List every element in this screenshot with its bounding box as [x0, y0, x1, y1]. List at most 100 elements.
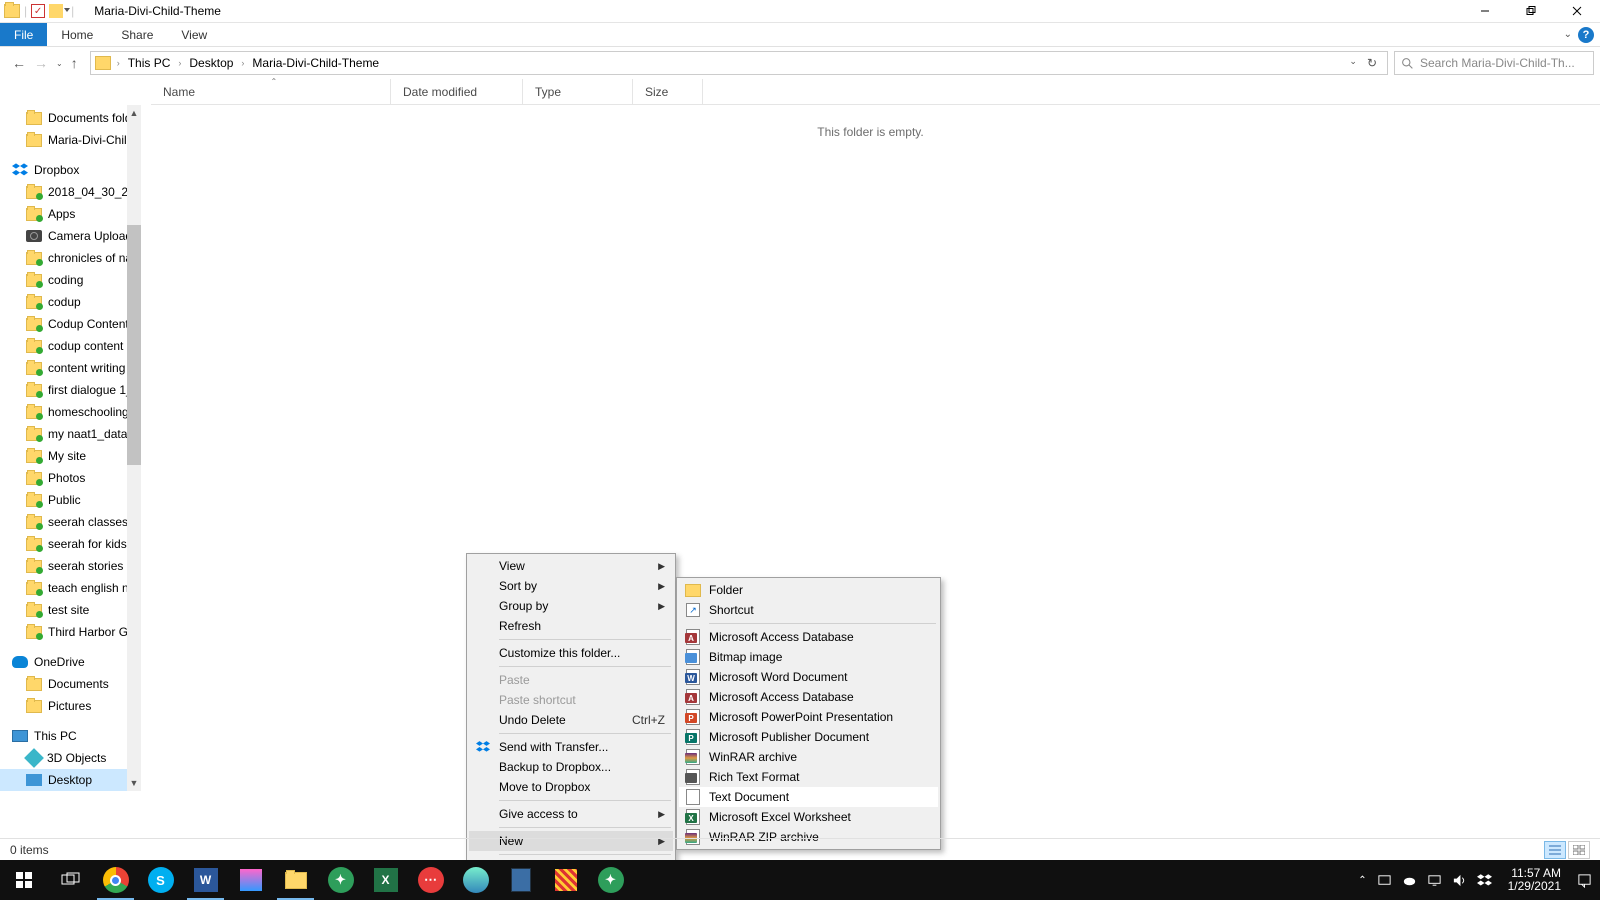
close-button[interactable]	[1554, 0, 1600, 23]
sidebar-item[interactable]: Codup Content	[0, 313, 141, 335]
ctx-refresh[interactable]: Refresh	[469, 616, 673, 636]
ctx-sortby[interactable]: Sort by▶	[469, 576, 673, 596]
task-view-icon[interactable]	[48, 860, 93, 900]
tray-clock[interactable]: 11:57 AM 1/29/2021	[1502, 867, 1567, 893]
sidebar-item[interactable]: My site	[0, 445, 141, 467]
scroll-thumb[interactable]	[127, 225, 141, 465]
new-excel[interactable]: XMicrosoft Excel Worksheet	[679, 807, 938, 827]
tab-view[interactable]: View	[167, 23, 221, 46]
refresh-icon[interactable]: ↻	[1367, 56, 1377, 70]
sidebar-item[interactable]: Apps	[0, 203, 141, 225]
new-access-2[interactable]: AMicrosoft Access Database	[679, 687, 938, 707]
new-access[interactable]: AMicrosoft Access Database	[679, 627, 938, 647]
sidebar-item[interactable]: Documents	[0, 673, 141, 695]
sidebar-item[interactable]: homeschooling	[0, 401, 141, 423]
new-powerpoint[interactable]: PMicrosoft PowerPoint Presentation	[679, 707, 938, 727]
properties-icon[interactable]: ✓	[31, 4, 45, 18]
sidebar-item[interactable]: seerah for kids	[0, 533, 141, 555]
address-dropdown-icon[interactable]: ⌄	[1349, 56, 1357, 70]
sidebar-item-desktop[interactable]: Desktop	[0, 769, 141, 791]
sidebar-item[interactable]: seerah stories	[0, 555, 141, 577]
crumb-current[interactable]: Maria-Divi-Child-Theme	[250, 56, 381, 70]
qat-folder-icon[interactable]	[49, 4, 63, 18]
new-shortcut[interactable]: ↗Shortcut	[679, 600, 938, 620]
taskbar-app[interactable]	[453, 860, 498, 900]
ctx-send-transfer[interactable]: Send with Transfer...	[469, 737, 673, 757]
sidebar-item[interactable]: test site	[0, 599, 141, 621]
col-size[interactable]: Size	[633, 79, 703, 104]
taskbar-app[interactable]: ✦	[318, 860, 363, 900]
forward-button[interactable]: →	[34, 55, 48, 71]
history-dropdown[interactable]: ⌄	[56, 59, 63, 68]
tab-home[interactable]: Home	[47, 23, 107, 46]
dropbox-icon[interactable]	[1477, 873, 1492, 888]
new-publisher[interactable]: PMicrosoft Publisher Document	[679, 727, 938, 747]
taskbar-excel[interactable]: X	[363, 860, 408, 900]
sidebar-item[interactable]: Third Harbor Gen	[0, 621, 141, 643]
ctx-move-dropbox[interactable]: Move to Dropbox	[469, 777, 673, 797]
taskbar-calculator[interactable]	[498, 860, 543, 900]
content-area[interactable]: This folder is empty. View▶ Sort by▶ Gro…	[141, 105, 1600, 791]
taskbar-app[interactable]	[228, 860, 273, 900]
tab-file[interactable]: File	[0, 23, 47, 46]
ctx-groupby[interactable]: Group by▶	[469, 596, 673, 616]
sidebar-item[interactable]: 3D Objects	[0, 747, 141, 769]
sidebar-item[interactable]: Camera Uploads	[0, 225, 141, 247]
ctx-undo[interactable]: Undo DeleteCtrl+Z	[469, 710, 673, 730]
sidebar-item[interactable]: Documents fold	[0, 107, 141, 129]
col-date[interactable]: Date modified	[391, 79, 523, 104]
sidebar-item[interactable]: codup	[0, 291, 141, 313]
new-folder[interactable]: Folder	[679, 580, 938, 600]
maximize-button[interactable]	[1508, 0, 1554, 23]
sidebar-item[interactable]: coding	[0, 269, 141, 291]
sidebar-item[interactable]: Maria-Divi-Child	[0, 129, 141, 151]
taskbar-app[interactable]	[543, 860, 588, 900]
taskbar-app[interactable]: ⋯	[408, 860, 453, 900]
help-icon[interactable]: ?	[1578, 27, 1594, 43]
tab-share[interactable]: Share	[107, 23, 167, 46]
taskbar-app[interactable]: ✦	[588, 860, 633, 900]
chevron-right-icon[interactable]: ›	[113, 58, 124, 68]
col-name[interactable]: Name⌃	[151, 79, 391, 104]
minimize-button[interactable]	[1462, 0, 1508, 23]
up-button[interactable]: ↑	[71, 55, 78, 71]
new-rtf[interactable]: Rich Text Format	[679, 767, 938, 787]
sidebar-item[interactable]: Pictures	[0, 695, 141, 717]
sidebar-item[interactable]: Public	[0, 489, 141, 511]
sidebar-item[interactable]: chronicles of nar	[0, 247, 141, 269]
sidebar-thispc[interactable]: This PC	[0, 725, 141, 747]
new-text-document[interactable]: Text Document	[679, 787, 938, 807]
sidebar-item[interactable]: first dialogue 1_c	[0, 379, 141, 401]
sidebar-item[interactable]: 2018_04_30_22_5	[0, 181, 141, 203]
chevron-right-icon[interactable]: ›	[174, 58, 185, 68]
taskbar-explorer[interactable]	[273, 860, 318, 900]
taskbar-chrome[interactable]	[93, 860, 138, 900]
sidebar-item[interactable]: content writing f	[0, 357, 141, 379]
sidebar-dropbox[interactable]: Dropbox	[0, 159, 141, 181]
tray-icon[interactable]	[1377, 873, 1392, 888]
back-button[interactable]: ←	[12, 55, 26, 71]
details-view-icon[interactable]	[1544, 841, 1566, 859]
sidebar-item[interactable]: Photos	[0, 467, 141, 489]
ribbon-expand-icon[interactable]: ⌄	[1564, 29, 1572, 40]
sidebar-scrollbar[interactable]: ▲ ▼	[127, 105, 141, 791]
scroll-down-icon[interactable]: ▼	[127, 775, 141, 791]
crumb-desktop[interactable]: Desktop	[187, 56, 235, 70]
sidebar-item[interactable]: codup content (	[0, 335, 141, 357]
network-icon[interactable]	[1427, 873, 1442, 888]
ctx-backup-dropbox[interactable]: Backup to Dropbox...	[469, 757, 673, 777]
taskbar-word[interactable]: W	[183, 860, 228, 900]
notifications-icon[interactable]	[1577, 873, 1592, 888]
icons-view-icon[interactable]	[1568, 841, 1590, 859]
tray-show-hidden-icon[interactable]: ⌃	[1358, 875, 1366, 886]
col-type[interactable]: Type	[523, 79, 633, 104]
address-bar[interactable]: › This PC › Desktop › Maria-Divi-Child-T…	[90, 51, 1388, 75]
sidebar-item[interactable]: teach english no	[0, 577, 141, 599]
crumb-thispc[interactable]: This PC	[126, 56, 173, 70]
taskbar-skype[interactable]: S	[138, 860, 183, 900]
ctx-give-access[interactable]: Give access to▶	[469, 804, 673, 824]
volume-icon[interactable]	[1452, 873, 1467, 888]
onedrive-icon[interactable]	[1402, 873, 1417, 888]
start-button[interactable]	[0, 860, 48, 900]
new-bitmap[interactable]: Bitmap image	[679, 647, 938, 667]
